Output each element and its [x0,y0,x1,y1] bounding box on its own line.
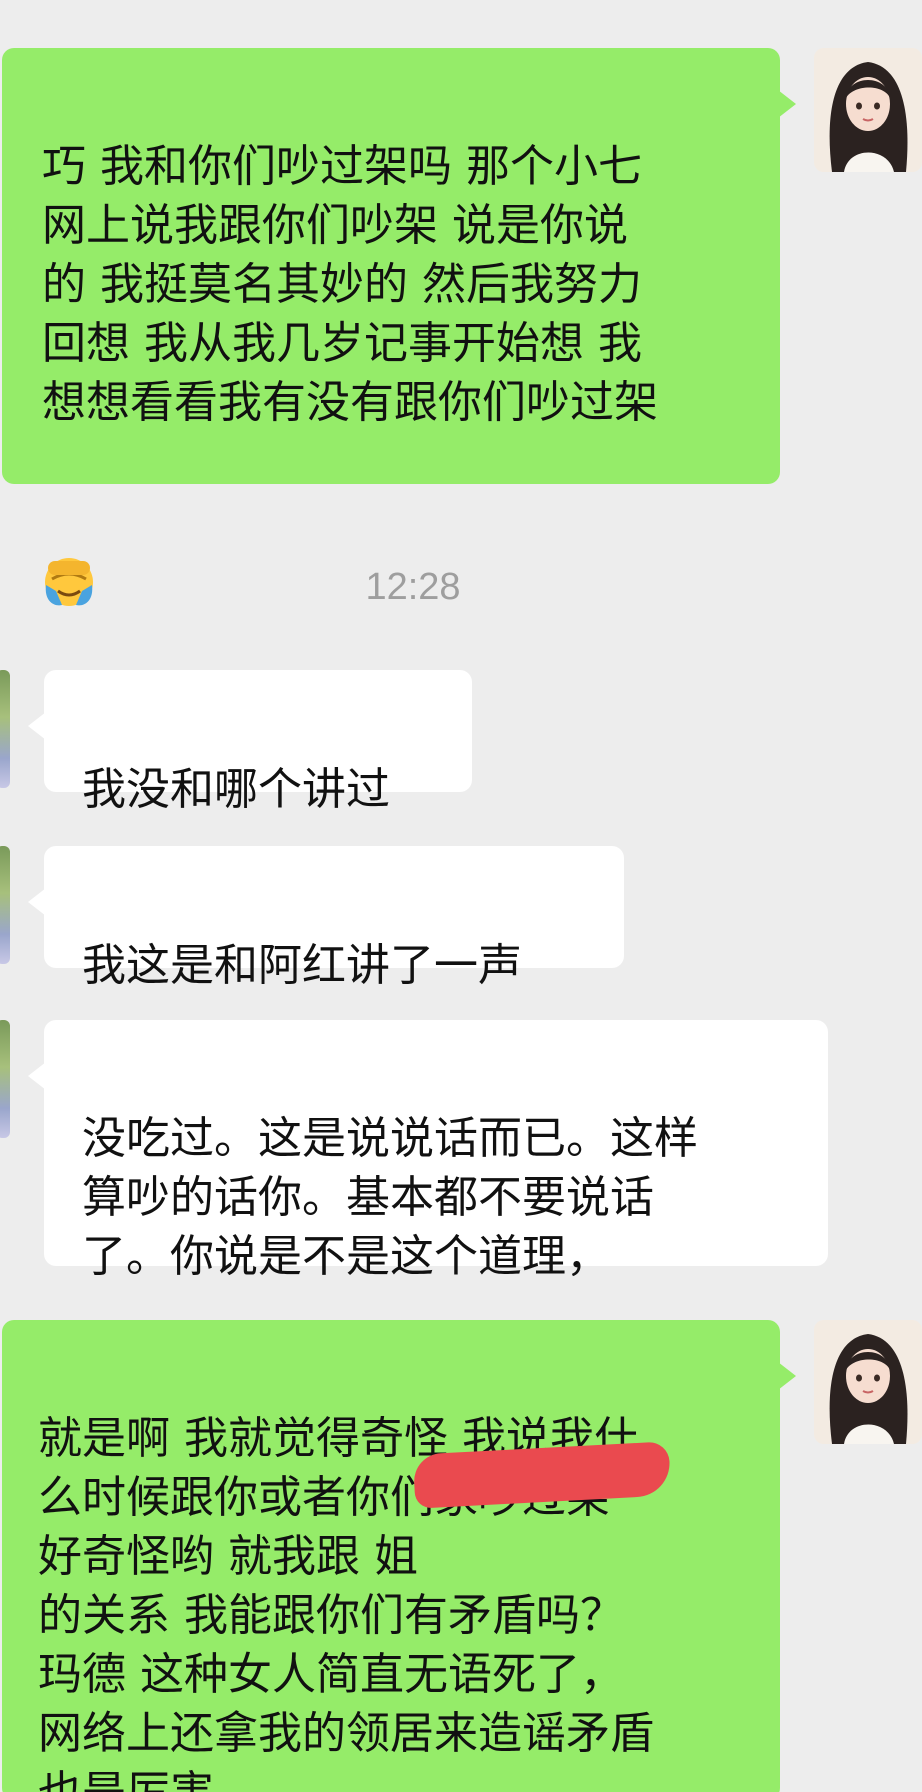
contact-avatar[interactable] [0,846,10,964]
sent-message-bubble[interactable]: 巧 我和你们吵过架吗 那个小七 网上说我跟你们吵架 说是你说 的 我挺莫名其妙的… [2,48,796,606]
user-avatar[interactable] [814,48,922,172]
message-text: 我这是和阿红讲了一声 [82,940,522,991]
message-text: 我没和哪个讲过 [82,764,390,815]
message-text: 没吃过。这是说说话而已。这样 算吵的话你。基本都不要说话 了。你说是不是这个道理… [82,1113,698,1282]
user-avatar[interactable] [814,1320,922,1444]
message-text: 巧 我和你们吵过架吗 那个小七 网上说我跟你们吵架 说是你说 的 我挺莫名其妙的… [42,141,658,428]
chat-window: 巧 我和你们吵过架吗 那个小七 网上说我跟你们吵架 说是你说 的 我挺莫名其妙的… [0,0,922,1792]
contact-avatar[interactable] [0,1020,10,1138]
received-message-bubble[interactable]: 没吃过。这是说说话而已。这样 算吵的话你。基本都不要说话 了。你说是不是这个道理… [28,1020,828,1282]
message-timestamp: 12:28 [365,566,461,608]
sent-message-bubble[interactable]: 就是啊 我就觉得奇怪 我说我什 么时候跟你或者你们家吵过架 好奇怪哟 就我跟 姐… [2,1320,796,1792]
received-message-bubble[interactable]: 我没和哪个讲过 [28,670,472,815]
face-palm-crying-emoji [42,496,96,606]
received-message-bubble[interactable]: 我这是和阿红讲了一声 [28,846,624,991]
contact-avatar[interactable] [0,670,10,788]
